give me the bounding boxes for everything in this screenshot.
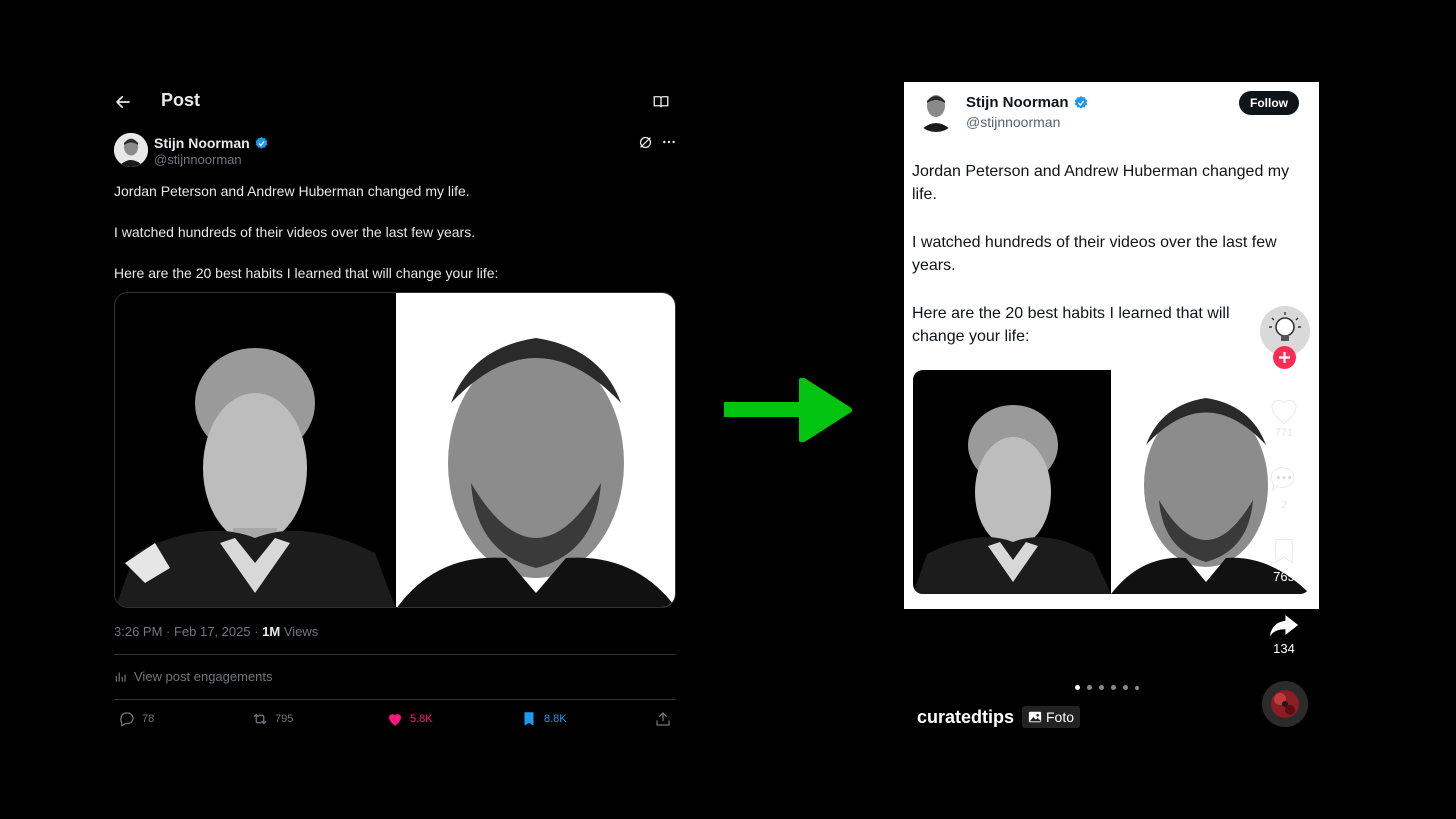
divider: [114, 699, 676, 700]
slide-text-line-3: Here are the 20 best habits I learned th…: [912, 305, 1230, 345]
timestamp[interactable]: 3:26 PM · Feb 17, 2025 ·: [114, 624, 262, 639]
photo-jordan-peterson[interactable]: [115, 293, 396, 607]
slide-author-name-text: Stijn Noorman: [966, 94, 1069, 111]
slide-text-line-2: I watched hundreds of their videos over …: [912, 234, 1277, 274]
carousel-dot[interactable]: [1123, 685, 1128, 690]
green-arrow-icon: [722, 377, 852, 447]
post-text-line-3: Here are the 20 best habits I learned th…: [114, 265, 499, 281]
views-count: 1M: [262, 624, 281, 639]
side-comment-button[interactable]: [1267, 462, 1301, 501]
carousel-dot[interactable]: [1135, 686, 1139, 690]
slide-media[interactable]: [913, 370, 1310, 594]
heart-icon: [1271, 399, 1297, 425]
follow-plus-button[interactable]: [1273, 346, 1296, 369]
comment-icon: [1270, 467, 1295, 492]
post-text-line-1: Jordan Peterson and Andrew Huberman chan…: [114, 183, 470, 199]
photo-mode-badge: Foto: [1022, 706, 1081, 728]
reply-button[interactable]: 78: [118, 710, 154, 728]
slide-avatar[interactable]: [914, 88, 958, 132]
engagements-label: View post engagements: [134, 669, 273, 684]
bookmark-icon: [1275, 538, 1293, 564]
carousel-indicator: [1075, 685, 1139, 690]
slide-author-handle: @stijnnoorman: [966, 114, 1061, 130]
reply-count: 78: [142, 713, 155, 725]
photo-icon: [1028, 711, 1042, 723]
slide-follow-button: Follow: [1239, 91, 1299, 115]
analytics-icon: [115, 671, 126, 682]
author-name-text: Stijn Noorman: [154, 135, 250, 151]
bookmark-count: 8.8K: [544, 713, 567, 725]
side-save-button[interactable]: [1270, 536, 1298, 571]
bookmark-icon: [524, 712, 534, 726]
verified-badge-icon: [255, 136, 268, 149]
divider: [114, 654, 676, 655]
plus-icon: [1279, 352, 1290, 363]
slide-text-line-1: Jordan Peterson and Andrew Huberman chan…: [912, 163, 1290, 203]
post-media[interactable]: [114, 292, 676, 608]
back-arrow-icon[interactable]: [114, 93, 132, 111]
bookmark-button[interactable]: 8.8K: [520, 710, 567, 728]
photo-mode-label: Foto: [1046, 709, 1075, 725]
share-arrow-icon: [1269, 615, 1299, 637]
x-post-panel: Post Stijn Noorman @stijnnoorman Jordan …: [0, 0, 700, 819]
share-button[interactable]: [654, 710, 672, 728]
slide-author-name: Stijn Noorman: [966, 94, 1089, 111]
repost-icon: [253, 713, 267, 725]
photo-jordan-peterson: [913, 370, 1111, 594]
views-label: Views: [280, 624, 319, 639]
side-save-count: 765: [1273, 569, 1295, 584]
more-options-icon[interactable]: [661, 134, 677, 155]
avatar[interactable]: [114, 133, 148, 167]
view-engagements-link[interactable]: View post engagements: [114, 669, 273, 684]
reader-mode-icon[interactable]: [652, 93, 670, 116]
music-disc-icon[interactable]: [1262, 681, 1308, 727]
carousel-dot[interactable]: [1087, 685, 1092, 690]
verified-badge-icon: [1074, 95, 1087, 109]
author-name[interactable]: Stijn Noorman: [154, 135, 269, 151]
like-count: 5.8K: [410, 713, 433, 725]
page-title: Post: [161, 90, 201, 110]
side-share-count: 134: [1273, 641, 1295, 656]
carousel-dot[interactable]: [1111, 685, 1116, 690]
author-handle[interactable]: @stijnnoorman: [154, 152, 242, 167]
side-comment-count: 2: [1280, 499, 1288, 511]
repost-count: 795: [275, 713, 294, 725]
post-metadata: 3:26 PM · Feb 17, 2025 · 1M Views: [114, 624, 318, 639]
carousel-dot[interactable]: [1075, 685, 1080, 690]
creator-username[interactable]: curatedtips: [917, 707, 1014, 728]
reply-icon: [120, 712, 134, 727]
heart-icon: [389, 714, 401, 726]
share-icon: [656, 712, 670, 726]
grok-icon[interactable]: [637, 134, 654, 156]
repost-button[interactable]: 795: [251, 710, 293, 728]
like-button[interactable]: 5.8K: [386, 710, 433, 728]
photo-andrew-huberman[interactable]: [396, 293, 675, 607]
side-like-count: 771: [1274, 427, 1294, 439]
carousel-dot[interactable]: [1099, 685, 1104, 690]
post-text-line-2: I watched hundreds of their videos over …: [114, 224, 476, 240]
